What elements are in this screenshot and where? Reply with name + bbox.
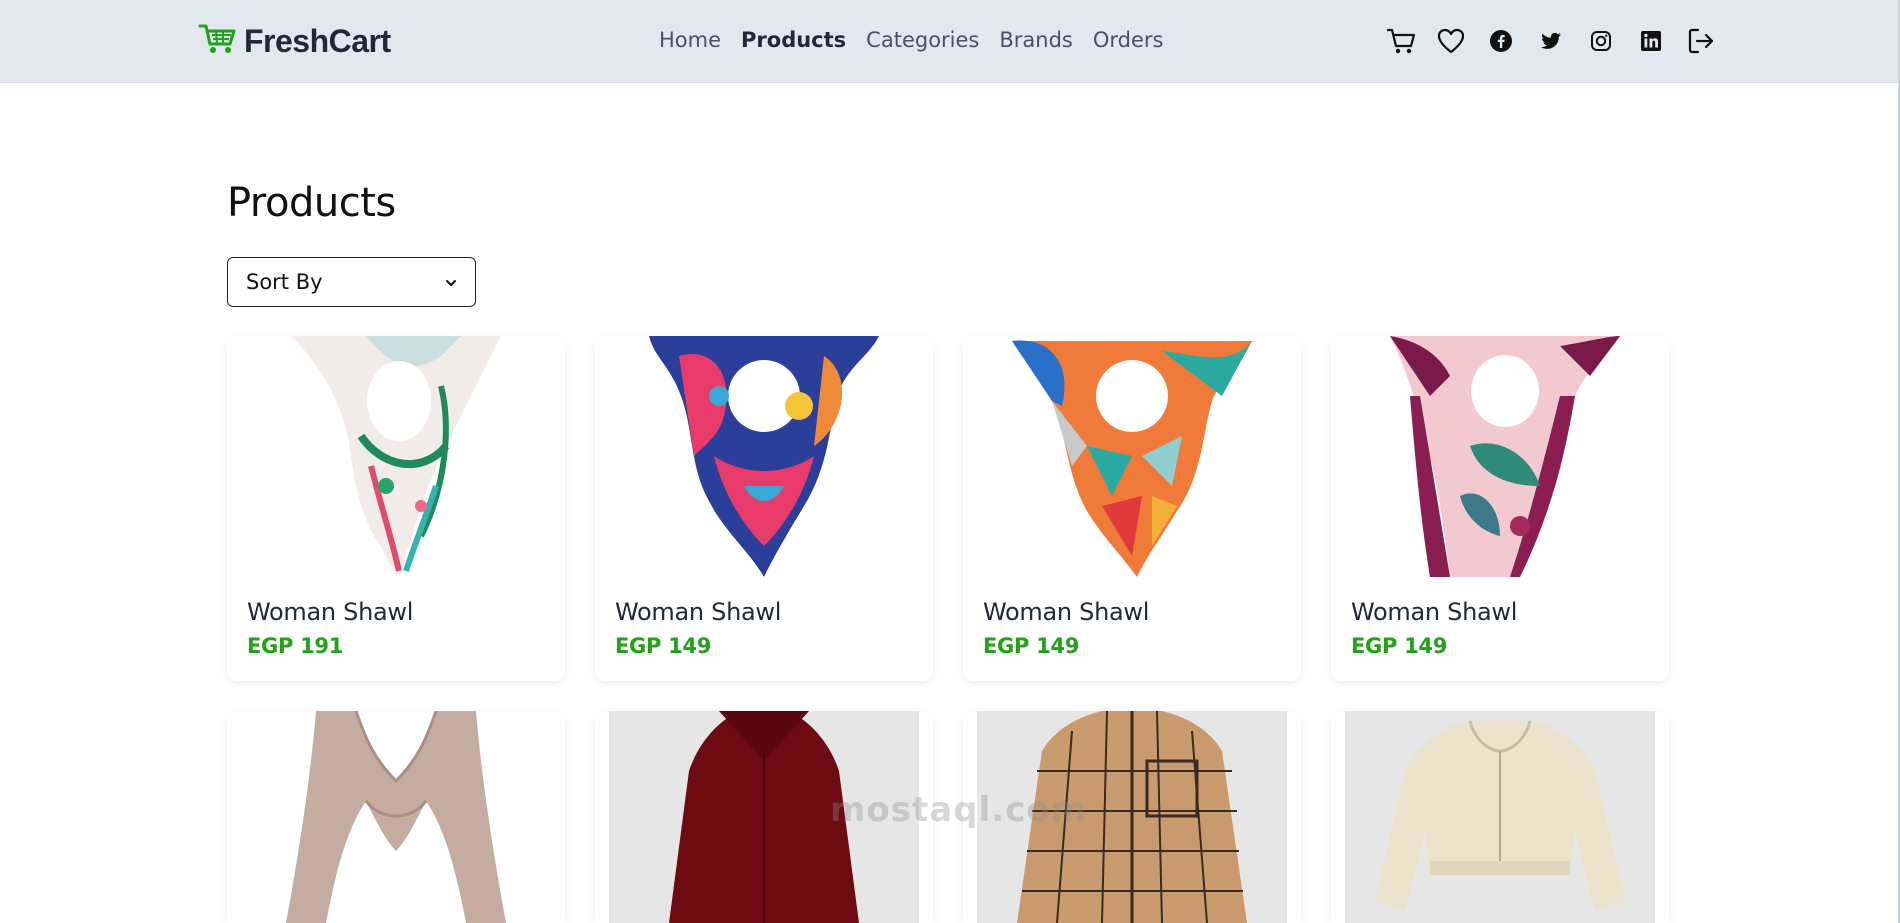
logout-icon[interactable] xyxy=(1686,26,1716,56)
product-image xyxy=(963,711,1301,923)
product-image xyxy=(1331,711,1669,923)
brand-logo[interactable]: FreshCart xyxy=(198,22,391,60)
cart-icon[interactable] xyxy=(1386,26,1416,56)
sort-select[interactable]: Sort By xyxy=(227,257,476,307)
product-card[interactable] xyxy=(227,711,565,923)
sort-select-value: Sort By xyxy=(246,270,323,294)
product-card[interactable]: Woman Shawl EGP 149 xyxy=(595,336,933,681)
nav-link-home[interactable]: Home xyxy=(659,28,721,52)
page-title: Products xyxy=(227,180,396,226)
product-card[interactable]: Woman Shawl EGP 149 xyxy=(1331,336,1669,681)
product-price: EGP 149 xyxy=(983,634,1080,658)
nav-link-orders[interactable]: Orders xyxy=(1093,28,1164,52)
product-title: Woman Shawl xyxy=(1351,598,1518,626)
chevron-down-icon xyxy=(445,270,457,294)
product-title: Woman Shawl xyxy=(247,598,414,626)
product-title: Woman Shawl xyxy=(615,598,782,626)
product-card[interactable] xyxy=(963,711,1301,923)
nav-icons xyxy=(1386,26,1716,56)
product-price: EGP 149 xyxy=(615,634,712,658)
product-price: EGP 191 xyxy=(247,634,344,658)
instagram-icon[interactable] xyxy=(1586,26,1616,56)
navbar: FreshCart Home Products Categories Brand… xyxy=(0,0,1900,83)
product-image xyxy=(227,711,565,923)
main-nav: Home Products Categories Brands Orders xyxy=(659,28,1164,52)
nav-link-products[interactable]: Products xyxy=(741,28,846,52)
product-image xyxy=(963,336,1301,577)
nav-link-brands[interactable]: Brands xyxy=(999,28,1073,52)
product-card[interactable]: Woman Shawl EGP 149 xyxy=(963,336,1301,681)
product-image xyxy=(595,711,933,923)
product-card[interactable]: Woman Shawl EGP 191 xyxy=(227,336,565,681)
brand-name: FreshCart xyxy=(244,22,391,59)
cart-logo-icon xyxy=(198,22,238,60)
facebook-icon[interactable] xyxy=(1486,26,1516,56)
product-price: EGP 149 xyxy=(1351,634,1448,658)
product-image xyxy=(1331,336,1669,577)
product-card[interactable] xyxy=(595,711,933,923)
product-image xyxy=(595,336,933,577)
product-card[interactable] xyxy=(1331,711,1669,923)
product-title: Woman Shawl xyxy=(983,598,1150,626)
linkedin-icon[interactable] xyxy=(1636,26,1666,56)
nav-link-categories[interactable]: Categories xyxy=(866,28,979,52)
heart-icon[interactable] xyxy=(1436,26,1466,56)
twitter-icon[interactable] xyxy=(1536,26,1566,56)
product-image xyxy=(227,336,565,577)
